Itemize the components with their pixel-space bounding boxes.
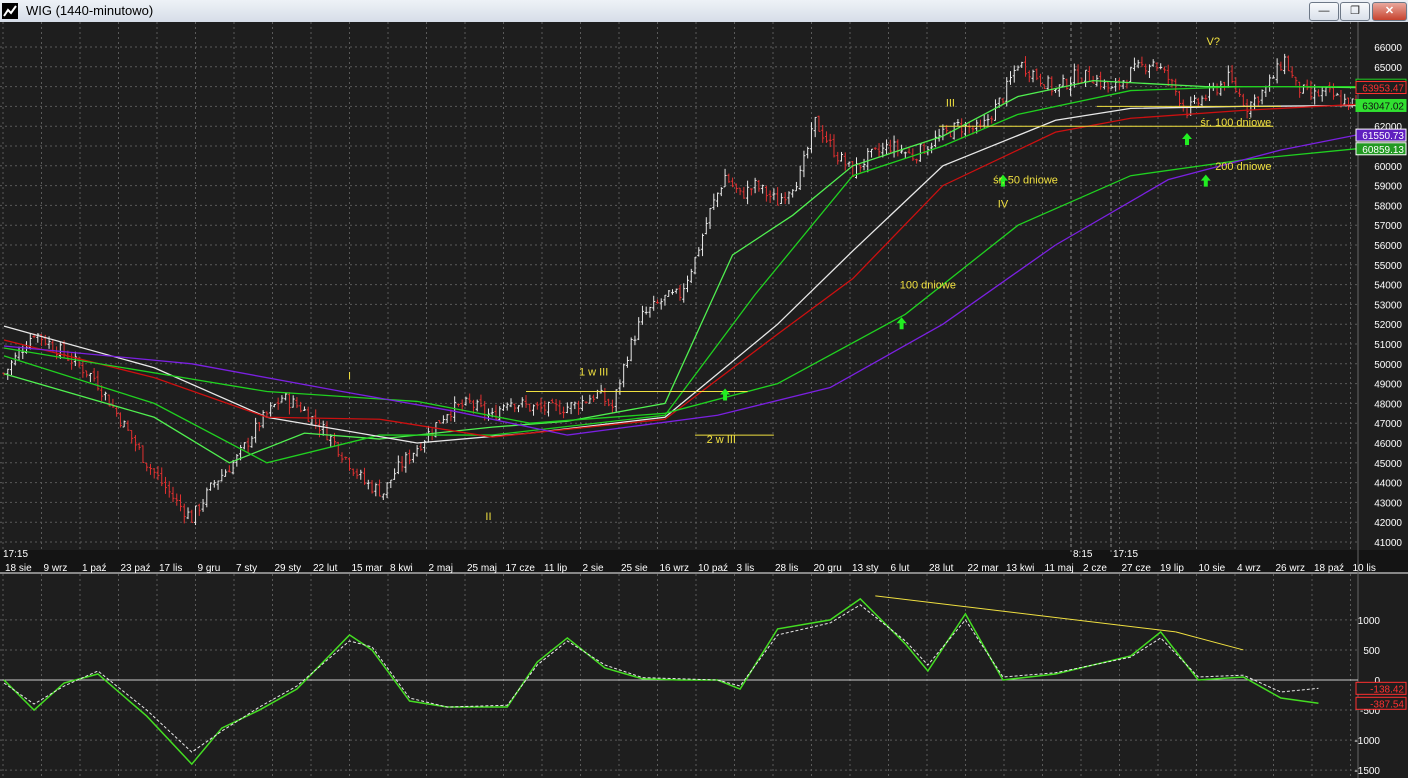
x-tick-label: 9 wrz (44, 563, 68, 574)
y-tick-label: 42000 (1374, 518, 1402, 529)
x-tick-label: 10 sie (1199, 563, 1226, 574)
y-tick-label: 50000 (1374, 360, 1402, 371)
chart-annotation: I (348, 371, 351, 383)
window-title: WIG (1440-minutowo) (26, 3, 154, 18)
y-tick-label: 54000 (1374, 281, 1402, 292)
chart-annotation: 2 w III (707, 434, 736, 446)
x-tick-label: 13 sty (852, 563, 879, 574)
x-tick-label: 10 paź (698, 563, 728, 574)
osc-label: -138.42 (1370, 684, 1404, 695)
minimize-button[interactable]: — (1309, 2, 1339, 21)
x-tick-label: 15 mar (352, 563, 384, 574)
price-label: 63953.47 (1362, 84, 1404, 95)
y-tick-label: 53000 (1374, 300, 1402, 311)
x-tick-label: 13 kwi (1006, 563, 1034, 574)
time-label: 17:15 (1113, 549, 1138, 560)
close-button[interactable]: ✕ (1372, 2, 1407, 21)
y-tick-label: 44000 (1374, 479, 1402, 490)
y-tick-label: 41000 (1374, 538, 1402, 549)
y-tick-label: 48000 (1374, 399, 1402, 410)
y-tick-label: 59000 (1374, 182, 1402, 193)
chart-annotation: śr. 100 dniowe (1200, 117, 1271, 129)
y-tick-label: 55000 (1374, 261, 1402, 272)
x-tick-label: 20 gru (814, 563, 842, 574)
chart-annotation: śr. 50 dniowe (993, 175, 1058, 187)
y-tick-label: 46000 (1374, 439, 1402, 450)
osc-tick-label: -1000 (1354, 736, 1380, 747)
time-label: 8:15 (1073, 549, 1093, 560)
x-tick-label: 16 wrz (660, 563, 689, 574)
x-tick-label: 17 lis (159, 563, 182, 574)
price-label: 60859.13 (1362, 145, 1404, 156)
x-tick-label: 23 paź (121, 563, 151, 574)
x-tick-label: 28 lut (929, 563, 954, 574)
x-tick-label: 11 maj (1045, 563, 1074, 574)
x-tick-label: 8 kwi (390, 563, 413, 574)
x-tick-label: 28 lis (775, 563, 798, 574)
chart-annotation: IV (998, 198, 1009, 210)
x-tick-label: 22 mar (968, 563, 1000, 574)
x-tick-label: 19 lip (1160, 563, 1184, 574)
x-tick-label: 18 sie (5, 563, 32, 574)
x-tick-label: 1 paź (82, 563, 106, 574)
x-tick-label: 9 gru (198, 563, 221, 574)
y-tick-label: 43000 (1374, 498, 1402, 509)
osc-label: -387.54 (1370, 699, 1404, 710)
x-tick-label: 18 paź (1314, 563, 1344, 574)
x-tick-label: 2 cze (1083, 563, 1107, 574)
x-tick-label: 2 sie (583, 563, 605, 574)
y-tick-label: 49000 (1374, 380, 1402, 391)
x-tick-label: 17 cze (506, 563, 536, 574)
osc-tick-label: 500 (1363, 646, 1380, 657)
x-tick-label: 3 lis (737, 563, 755, 574)
app-icon (2, 3, 18, 19)
y-tick-label: 47000 (1374, 419, 1402, 430)
y-tick-label: 52000 (1374, 320, 1402, 331)
maximize-button[interactable]: ❐ (1340, 2, 1370, 21)
chart-annotation: 1 w III (579, 367, 608, 379)
chart-annotation: 100 dniowe (900, 280, 956, 292)
y-tick-label: 56000 (1374, 241, 1402, 252)
chart-annotation: II (485, 511, 491, 523)
y-tick-label: 60000 (1374, 162, 1402, 173)
chart-annotation: III (946, 97, 955, 109)
chart-annotation: 200 dniowe (1215, 161, 1271, 173)
y-tick-label: 57000 (1374, 221, 1402, 232)
x-tick-label: 25 sie (621, 563, 648, 574)
chart-annotation: V? (1207, 36, 1220, 48)
osc-tick-label: 1000 (1358, 616, 1381, 627)
price-panel (0, 22, 1408, 550)
x-tick-label: 27 cze (1122, 563, 1152, 574)
x-tick-label: 6 lut (891, 563, 910, 574)
x-tick-label: 11 lip (544, 563, 568, 574)
y-tick-label: 58000 (1374, 201, 1402, 212)
y-tick-label: 66000 (1374, 43, 1402, 54)
x-tick-label: 26 wrz (1276, 563, 1305, 574)
stock-chart[interactable]: 41000 42000 43000 44000 45000 46000 47000 48000… (0, 22, 1408, 778)
x-tick-label: 10 lis (1353, 563, 1376, 574)
window-titlebar: WIG (1440-minutowo) — ❐ ✕ (0, 0, 1408, 23)
y-tick-label: 51000 (1374, 340, 1402, 351)
y-tick-label: 65000 (1374, 63, 1402, 74)
x-tick-label: 22 lut (313, 563, 338, 574)
y-tick-label: 45000 (1374, 459, 1402, 470)
x-tick-label: 29 sty (275, 563, 302, 574)
price-label: 61550.73 (1362, 131, 1404, 142)
osc-tick-label: -1500 (1354, 766, 1380, 777)
x-tick-label: 4 wrz (1237, 563, 1261, 574)
price-label: 63047.02 (1362, 101, 1404, 112)
x-tick-label: 2 maj (429, 563, 453, 574)
x-tick-label: 25 maj (467, 563, 497, 574)
x-tick-label: 7 sty (236, 563, 257, 574)
time-label: 17:15 (3, 549, 28, 560)
